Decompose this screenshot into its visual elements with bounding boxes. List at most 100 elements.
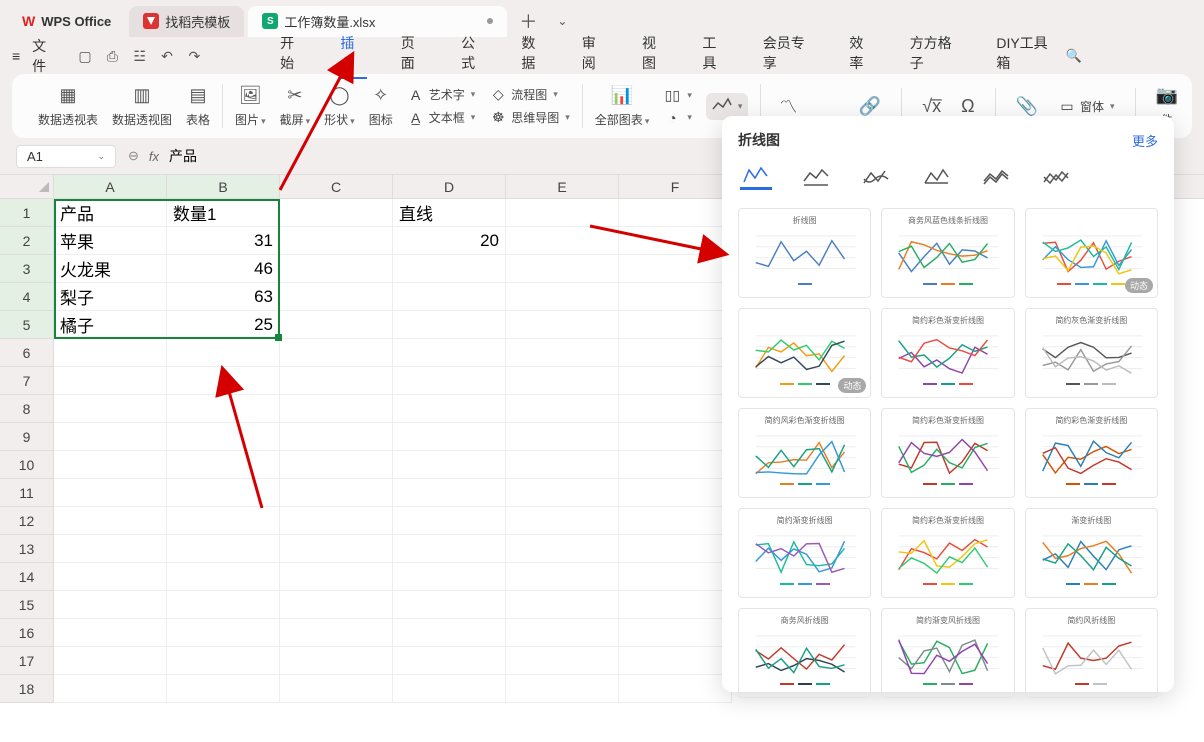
cell[interactable] — [167, 647, 280, 675]
cell[interactable]: 火龙果 — [54, 255, 167, 283]
cell[interactable] — [280, 283, 393, 311]
row-header-11[interactable]: 11 — [0, 479, 53, 507]
cell[interactable] — [167, 619, 280, 647]
cell[interactable] — [167, 395, 280, 423]
picture-button[interactable]: 🖼图片▾ — [235, 85, 266, 128]
menu-start[interactable]: 开始 — [280, 33, 306, 79]
name-box[interactable]: A1 ⌄ — [16, 145, 116, 168]
cell[interactable] — [54, 675, 167, 703]
cell[interactable]: 46 — [167, 255, 280, 283]
flowchart-button[interactable]: ◇流程图▾ — [489, 86, 570, 103]
menu-page[interactable]: 页面 — [401, 33, 427, 79]
cell[interactable] — [280, 451, 393, 479]
chart-thumbnail[interactable]: 简约彩色渐变折线图 — [881, 508, 1014, 598]
pivot-chart-button[interactable]: ▥数据透视图 — [112, 85, 172, 128]
cell[interactable] — [167, 423, 280, 451]
cell[interactable] — [619, 507, 732, 535]
chart-thumbnail[interactable]: 简约灰色渐变折线图 — [1025, 308, 1158, 398]
cell[interactable] — [280, 255, 393, 283]
cell[interactable] — [506, 199, 619, 227]
cell[interactable] — [280, 199, 393, 227]
chart-thumbnail[interactable]: 商务风蓝色线条折线图 — [881, 208, 1014, 298]
col-header-A[interactable]: A — [54, 175, 167, 198]
cell[interactable] — [280, 675, 393, 703]
cell[interactable] — [506, 675, 619, 703]
cell[interactable] — [167, 675, 280, 703]
link-icon[interactable]: 🔗 — [859, 96, 881, 117]
cell[interactable] — [54, 619, 167, 647]
row-header-7[interactable]: 7 — [0, 367, 53, 395]
cell[interactable] — [619, 535, 732, 563]
chart-type-option[interactable] — [740, 164, 772, 190]
cell[interactable] — [393, 591, 506, 619]
cell[interactable] — [54, 591, 167, 619]
menu-vip[interactable]: 会员专享 — [763, 33, 816, 79]
cell[interactable] — [167, 591, 280, 619]
col-header-B[interactable]: B — [167, 175, 280, 198]
chart-type-option[interactable] — [980, 164, 1012, 190]
cell[interactable] — [280, 367, 393, 395]
cell[interactable] — [54, 507, 167, 535]
cell[interactable] — [167, 563, 280, 591]
cell[interactable]: 产品 — [54, 199, 167, 227]
cell[interactable] — [619, 619, 732, 647]
cell[interactable] — [393, 479, 506, 507]
cell[interactable]: 梨子 — [54, 283, 167, 311]
cell[interactable] — [393, 647, 506, 675]
row-header-2[interactable]: 2 — [0, 227, 53, 255]
cell[interactable] — [280, 423, 393, 451]
cell[interactable] — [506, 367, 619, 395]
cell[interactable] — [280, 619, 393, 647]
chart-thumbnail[interactable]: 渐变折线图 — [1025, 508, 1158, 598]
undo-icon[interactable]: ↶ — [157, 48, 176, 65]
cell[interactable] — [393, 395, 506, 423]
row-header-15[interactable]: 15 — [0, 591, 53, 619]
pivot-table-button[interactable]: ▦数据透视表 — [38, 85, 98, 128]
row-header-3[interactable]: 3 — [0, 255, 53, 283]
chart-thumbnail[interactable]: 简约风折线图 — [1025, 608, 1158, 698]
tab-list-button[interactable]: ⌄ — [549, 10, 575, 32]
row-header-12[interactable]: 12 — [0, 507, 53, 535]
row-header-10[interactable]: 10 — [0, 451, 53, 479]
cell[interactable] — [619, 311, 732, 339]
cell[interactable]: 20 — [393, 227, 506, 255]
chart-thumbnail[interactable]: 动态 — [1025, 208, 1158, 298]
save-icon[interactable]: ▢ — [75, 48, 94, 65]
cell[interactable] — [619, 479, 732, 507]
row-header-6[interactable]: 6 — [0, 339, 53, 367]
redo-icon[interactable]: ↷ — [185, 48, 204, 65]
cell[interactable] — [619, 255, 732, 283]
cell[interactable] — [393, 255, 506, 283]
cell[interactable] — [393, 367, 506, 395]
cell[interactable] — [619, 199, 732, 227]
cell[interactable] — [167, 535, 280, 563]
chart-thumbnail[interactable]: 商务风折线图 — [738, 608, 871, 698]
row-header-17[interactable]: 17 — [0, 647, 53, 675]
cell[interactable] — [506, 479, 619, 507]
shape-button[interactable]: ◯形状▾ — [324, 85, 355, 128]
cell[interactable] — [280, 479, 393, 507]
mindmap-button[interactable]: ☸思维导图▾ — [489, 109, 570, 126]
cell[interactable]: 橘子 — [54, 311, 167, 339]
cell[interactable] — [506, 591, 619, 619]
cell[interactable] — [619, 339, 732, 367]
cell[interactable] — [393, 423, 506, 451]
cell[interactable] — [280, 339, 393, 367]
cell[interactable] — [506, 283, 619, 311]
col-header-F[interactable]: F — [619, 175, 732, 198]
cell[interactable] — [54, 367, 167, 395]
row-header-9[interactable]: 9 — [0, 423, 53, 451]
cell[interactable] — [167, 479, 280, 507]
cell[interactable] — [393, 451, 506, 479]
icon-button[interactable]: ✧图标 — [369, 85, 393, 128]
wordart-button[interactable]: A艺术字▾ — [407, 86, 476, 103]
cell[interactable] — [393, 535, 506, 563]
cell[interactable] — [619, 675, 732, 703]
search-icon[interactable]: 🔍 — [1066, 48, 1082, 64]
chart-type-option[interactable] — [800, 164, 832, 190]
cell[interactable] — [280, 311, 393, 339]
screenshot-button[interactable]: ✂截屏▾ — [280, 85, 311, 128]
chart-type-option[interactable] — [860, 164, 892, 190]
fx-label[interactable]: fx — [149, 149, 159, 164]
all-charts-button[interactable]: 📊全部图表▾ — [595, 85, 650, 128]
